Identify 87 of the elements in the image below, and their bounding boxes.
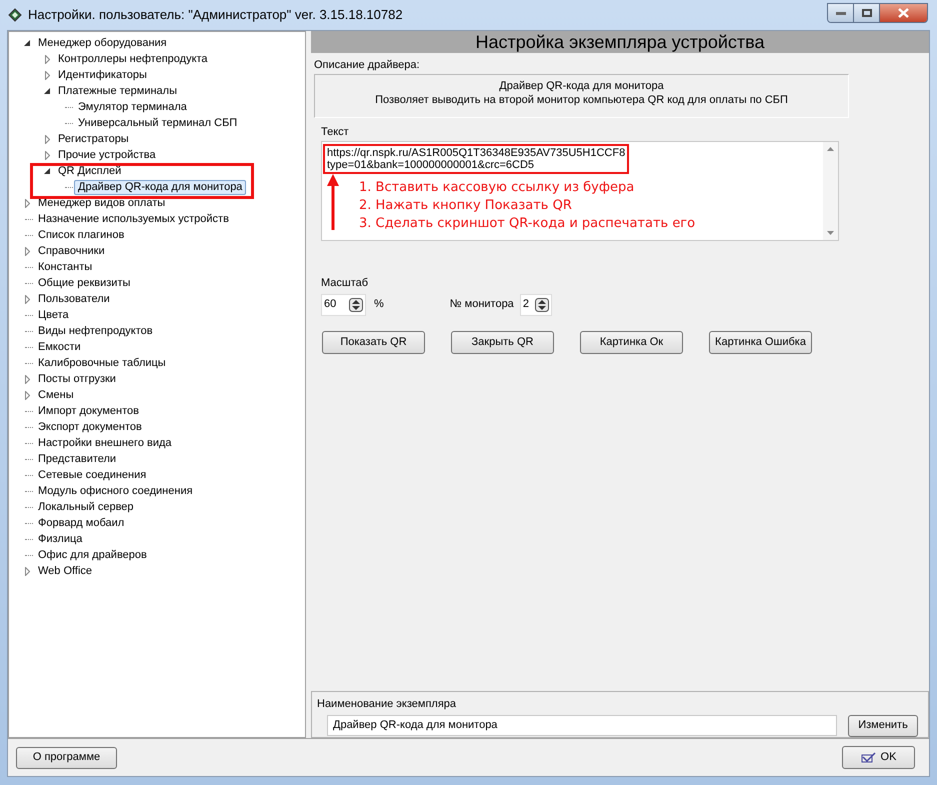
tree-item[interactable]: Эмулятор терминала — [74, 98, 191, 116]
tree-item[interactable]: Цвета — [34, 306, 73, 324]
description-line: Позволяет выводить на второй монитор компьютера QR код для оплаты по СБП — [375, 92, 788, 106]
tree-item[interactable]: Смены — [34, 386, 78, 404]
tree-item[interactable]: Список плагинов — [34, 226, 128, 244]
tree-item[interactable]: Драйвер QR-кода для монитора — [74, 180, 246, 194]
monitor-label: № монитора — [450, 297, 514, 312]
collapsed-arrow-icon[interactable] — [44, 134, 50, 144]
minimize-icon — [836, 12, 846, 14]
tree-item[interactable]: Платежные терминалы — [54, 82, 181, 100]
tree-item[interactable]: Экспорт документов — [34, 418, 146, 436]
action-button[interactable]: Показать QR — [322, 330, 425, 354]
collapsed-arrow-icon[interactable] — [44, 150, 50, 160]
collapsed-arrow-icon[interactable] — [24, 294, 30, 304]
window-title: Настройки. пользователь: "Администратор" ver. 3.15.18.10782 — [28, 6, 403, 24]
expanded-arrow-icon[interactable] — [44, 168, 50, 174]
maximize-icon — [862, 9, 872, 17]
tree-item[interactable]: Калибровочные таблицы — [34, 354, 170, 372]
tree-item[interactable]: Офис для драйверов — [34, 546, 151, 564]
scroll-up-icon — [827, 147, 834, 151]
tree-item[interactable]: Менеджер оборудования — [34, 34, 171, 52]
tree-item[interactable]: Контроллеры нефтепродукта — [54, 50, 212, 68]
tree-item[interactable]: Регистраторы — [54, 130, 133, 148]
tree-item[interactable]: Web Office — [34, 562, 96, 580]
maximize-button[interactable] — [854, 4, 880, 22]
instance-name-field[interactable]: Драйвер QR-кода для монитора — [327, 715, 837, 736]
percent-label: % — [374, 297, 384, 312]
tree-item[interactable]: Справочники — [34, 242, 109, 260]
collapsed-arrow-icon[interactable] — [24, 246, 30, 256]
tree-item[interactable]: Прочие устройства — [54, 146, 160, 164]
monitor-spinner[interactable]: 2 — [520, 294, 552, 316]
text-area[interactable]: https://qr.nspk.ru/AS1R005Q1T36348E935AV735U5H1CCF8 type=01&bank=100000000001&crc=6CD5 1. Вставить кассовую ссылку из буфера 2. Нажать кнопку Показать QR 3. Сделать скриншот QR-кода и распечатать его — [321, 141, 839, 241]
tree-item[interactable]: Посты отгрузки — [34, 370, 120, 388]
collapsed-arrow-icon[interactable] — [44, 54, 50, 64]
instruction-text: 2. Нажать кнопку Показать QR — [359, 198, 573, 213]
tree-item[interactable]: Менеджер видов оплаты — [34, 194, 170, 212]
about-button[interactable]: О программе — [16, 746, 117, 768]
tree-item[interactable]: Модуль офисного соединения — [34, 482, 197, 500]
expanded-arrow-icon[interactable] — [24, 40, 30, 46]
checkmark-icon — [860, 752, 877, 763]
annotation-arrow — [327, 174, 339, 232]
action-button[interactable]: Картинка Ошибка — [709, 330, 812, 354]
instance-name-label: Наименование экземпляра — [317, 697, 458, 712]
spin-arrows-icon — [349, 298, 363, 312]
panel-header: Настройка экземпляра устройства — [311, 31, 929, 53]
tree-item[interactable]: Импорт документов — [34, 402, 143, 420]
action-button[interactable]: Закрыть QR — [451, 330, 554, 354]
tree-item[interactable]: Пользователи — [34, 290, 114, 308]
collapsed-arrow-icon[interactable] — [24, 198, 30, 208]
scroll-down-icon — [827, 231, 834, 235]
tree-item[interactable]: QR Дисплей — [54, 162, 126, 180]
tree-item[interactable]: Представители — [34, 450, 120, 468]
minimize-button[interactable] — [828, 4, 854, 22]
app-logo-icon — [8, 8, 22, 22]
expanded-arrow-icon[interactable] — [44, 88, 50, 94]
tree-item[interactable]: Виды нефтепродуктов — [34, 322, 157, 340]
description-line: Драйвер QR-кода для монитора — [499, 78, 664, 92]
instruction-text: 3. Сделать скриншот QR-кода и распечатать его — [359, 216, 696, 231]
tree-item[interactable]: Физлица — [34, 530, 86, 548]
tree-item[interactable]: Общие реквизиты — [34, 274, 134, 292]
text-line: https://qr.nspk.ru/AS1R005Q1T36348E935AV735U5H1CCF8 — [327, 147, 626, 159]
collapsed-arrow-icon[interactable] — [24, 390, 30, 400]
tree-item[interactable]: Настройки внешнего вида — [34, 434, 176, 452]
collapsed-arrow-icon[interactable] — [24, 566, 30, 576]
scale-label: Масштаб — [321, 276, 370, 291]
spin-arrows-icon — [534, 298, 549, 312]
ok-button[interactable]: OK — [842, 746, 915, 769]
instruction-text: 1. Вставить кассовую ссылку из буфера — [359, 180, 636, 195]
tree-item[interactable]: Сетевые соединения — [34, 466, 150, 484]
scale-spinner[interactable]: 60 — [321, 294, 366, 316]
scrollbar[interactable] — [823, 142, 838, 240]
close-icon — [898, 8, 909, 18]
close-button[interactable] — [880, 4, 927, 22]
tree-item[interactable]: Идентификаторы — [54, 66, 151, 84]
tree-item[interactable]: Емкости — [34, 338, 85, 356]
description-label: Описание драйвера: — [314, 58, 421, 73]
tree-item[interactable]: Универсальный терминал СБП — [74, 114, 242, 132]
collapsed-arrow-icon[interactable] — [24, 374, 30, 384]
text-line: type=01&bank=100000000001&crc=6CD5 — [327, 159, 536, 171]
collapsed-arrow-icon[interactable] — [44, 70, 50, 80]
tree-item[interactable]: Назначение используемых устройств — [34, 210, 233, 228]
tree-item[interactable]: Константы — [34, 258, 96, 276]
tree-item[interactable]: Форвард мобаил — [34, 514, 128, 532]
text-label: Текст — [321, 124, 350, 140]
tree-item[interactable]: Локальный сервер — [34, 498, 138, 516]
change-button[interactable]: Изменить — [848, 714, 918, 736]
action-button[interactable]: Картинка Ок — [580, 330, 683, 354]
